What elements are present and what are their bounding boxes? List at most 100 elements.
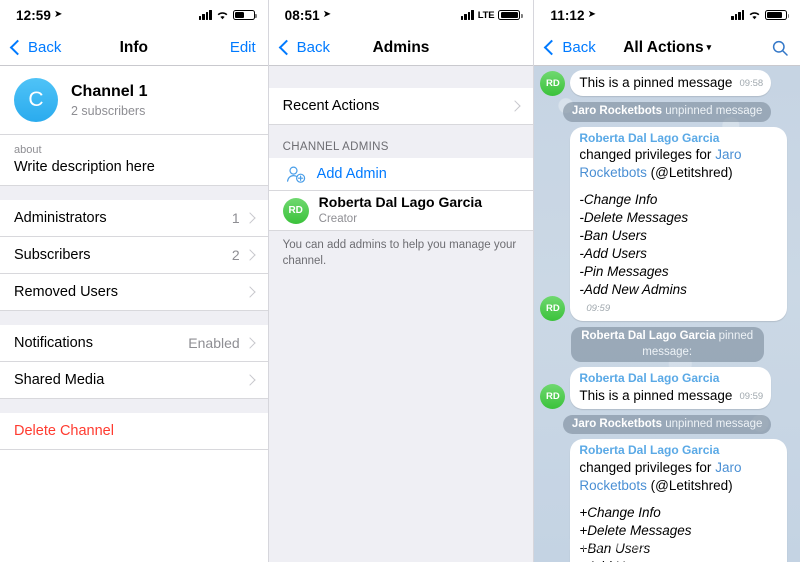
- row-removed-users[interactable]: Removed Users: [0, 274, 268, 312]
- status-bar: 08:51 ➤ LTE: [268, 0, 534, 30]
- admin-name: Roberta Dal Lago Garcia: [318, 193, 483, 210]
- message-bubble[interactable]: Roberta Dal Lago Garcia changed privileg…: [570, 126, 788, 322]
- chevron-left-icon: [544, 39, 560, 56]
- chevron-right-icon: [244, 249, 256, 262]
- privilege-item: -Pin Messages: [579, 264, 669, 280]
- panel-filler: [268, 279, 534, 562]
- message-text-part: (@Letitshred): [646, 477, 733, 493]
- panel-admins: 08:51 ➤ LTE Back Admins Recent Actions C…: [267, 0, 534, 562]
- row-label: Delete Channel: [14, 423, 114, 440]
- wifi-icon: [748, 10, 761, 20]
- search-icon: [772, 40, 788, 56]
- location-arrow-icon: ➤: [587, 8, 597, 20]
- message-time: 09:59: [586, 303, 611, 315]
- row-value: 1: [231, 210, 240, 227]
- chat-message[interactable]: RD Roberta Dal Lago Garcia changed privi…: [534, 126, 800, 326]
- chat-message[interactable]: RD Roberta Dal Lago Garcia This is a pin…: [534, 367, 800, 413]
- avatar: RD: [540, 71, 566, 96]
- back-label: Back: [562, 39, 596, 56]
- message-author: Roberta Dal Lago Garcia: [579, 130, 720, 145]
- section-gap: [0, 399, 268, 414]
- message-text: This is a pinned message: [579, 75, 733, 90]
- row-delete-channel[interactable]: Delete Channel: [0, 413, 268, 451]
- row-subscribers[interactable]: Subscribers 2: [0, 237, 268, 275]
- row-label: Recent Actions: [282, 98, 380, 114]
- privilege-item: +Delete Messages: [579, 522, 692, 538]
- chevron-down-icon: ▾: [706, 41, 712, 52]
- service-message: Roberta Dal Lago Garcia pinned message:: [534, 325, 800, 367]
- privilege-item: +Change Info: [579, 504, 661, 520]
- battery-icon: [498, 9, 523, 21]
- panel-filler: [0, 450, 268, 562]
- chat-message[interactable]: RD This is a pinned message 09:58: [534, 70, 800, 100]
- back-button[interactable]: Back: [278, 39, 330, 56]
- section-footer: You can add admins to help you manage yo…: [268, 231, 534, 280]
- privilege-item: -Add Users: [579, 245, 647, 261]
- page-title-label: All Actions: [623, 38, 704, 56]
- chevron-right-icon: [244, 337, 256, 350]
- about-value: Write description here: [14, 159, 155, 176]
- panel-all-actions: 11:12 ➤ Back All Actions ▾ RD This is a …: [533, 0, 800, 562]
- message-author: Roberta Dal Lago Garcia: [579, 443, 720, 458]
- service-actor: Roberta Dal Lago Garcia: [581, 330, 716, 343]
- admin-role: Creator: [318, 213, 358, 226]
- network-type-label: LTE: [477, 9, 495, 21]
- message-bubble[interactable]: Roberta Dal Lago Garcia changed privileg…: [570, 439, 788, 562]
- row-label: Subscribers: [14, 247, 91, 264]
- row-shared-media[interactable]: Shared Media: [0, 362, 268, 400]
- avatar: RD: [282, 197, 309, 224]
- search-button[interactable]: [772, 40, 788, 56]
- row-label: Notifications: [14, 335, 93, 352]
- avatar: C: [14, 78, 58, 122]
- service-action: unpinned message: [665, 105, 763, 117]
- status-time: 11:12: [550, 7, 585, 23]
- row-value: 2: [231, 247, 240, 264]
- about-section[interactable]: about Write description here: [0, 135, 268, 187]
- back-button[interactable]: Back: [9, 39, 62, 56]
- nav-bar: Back Admins: [268, 30, 534, 66]
- chevron-left-icon: [9, 39, 26, 56]
- message-bubble[interactable]: This is a pinned message 09:58: [570, 70, 772, 96]
- message-time: 09:59: [739, 390, 764, 402]
- chevron-right-icon: [509, 100, 522, 112]
- subscriber-count: 2 subscribers: [71, 103, 146, 118]
- section-gap: [0, 186, 268, 201]
- row-administrators[interactable]: Administrators 1: [0, 200, 268, 238]
- channel-profile-header[interactable]: C Channel 1 2 subscribers: [0, 66, 268, 135]
- privilege-item: -Change Info: [579, 191, 658, 207]
- about-label: about: [14, 144, 42, 156]
- row-notifications[interactable]: Notifications Enabled: [0, 325, 268, 363]
- back-label: Back: [28, 39, 62, 56]
- location-arrow-icon: ➤: [54, 8, 63, 20]
- row-label: Administrators: [14, 210, 107, 227]
- service-pill: Jaro Rocketbots unpinned message: [562, 102, 772, 122]
- row-label: Shared Media: [14, 372, 105, 389]
- status-indicators: LTE: [460, 9, 523, 21]
- signal-bars-icon: [198, 10, 212, 20]
- service-actor: Jaro Rocketbots: [571, 417, 663, 430]
- signal-bars-icon: [460, 10, 474, 20]
- service-message: Jaro Rocketbots unpinned message: [534, 100, 800, 127]
- message-time: 09:58: [739, 78, 764, 89]
- back-button[interactable]: Back: [544, 39, 596, 56]
- message-text-part: changed privileges for: [579, 147, 716, 163]
- chat-scroll-area[interactable]: RD This is a pinned message 09:58 Jaro Ro…: [534, 66, 800, 562]
- row-admin-roberta[interactable]: RD Roberta Dal Lago Garcia Creator: [268, 191, 534, 231]
- message-text-part: changed privileges for: [579, 460, 716, 476]
- channel-name: Channel 1: [71, 83, 148, 101]
- section-gap: [0, 311, 268, 326]
- row-value: Enabled: [188, 335, 240, 352]
- status-time: 12:59: [16, 7, 52, 23]
- chevron-right-icon: [244, 374, 256, 387]
- row-recent-actions[interactable]: Recent Actions: [268, 88, 534, 125]
- avatar: RD: [540, 296, 566, 322]
- row-label: Removed Users: [14, 284, 118, 301]
- service-pill: Roberta Dal Lago Garcia pinned message:: [570, 327, 764, 363]
- message-bubble[interactable]: Roberta Dal Lago Garcia This is a pinned…: [570, 367, 772, 409]
- status-bar: 11:12 ➤: [534, 0, 800, 30]
- edit-button[interactable]: Edit: [230, 39, 256, 56]
- row-add-admin[interactable]: Add Admin: [268, 158, 534, 191]
- chat-message[interactable]: RD Roberta Dal Lago Garcia changed privi…: [534, 439, 800, 562]
- signal-bars-icon: [731, 10, 745, 20]
- service-message: Jaro Rocketbots unpinned message: [534, 413, 800, 440]
